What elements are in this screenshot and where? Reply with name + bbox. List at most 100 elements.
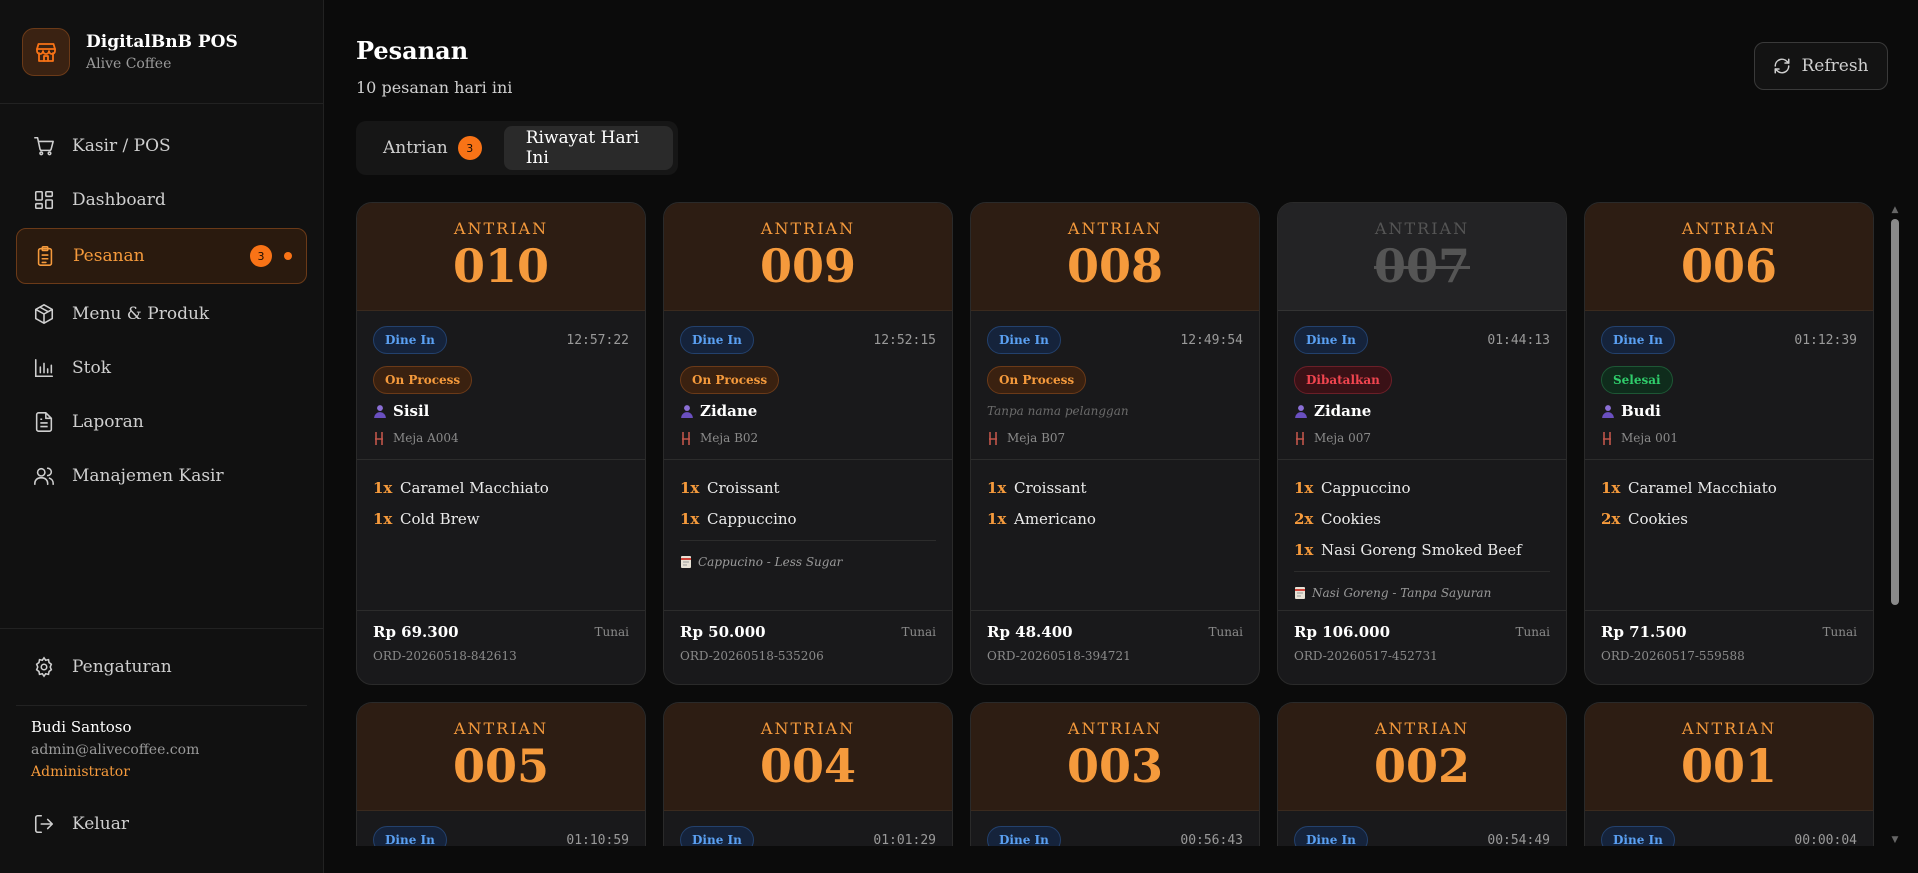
order-card-header: ANTRIAN 007: [1278, 203, 1566, 311]
item-qty: 1x: [680, 509, 700, 528]
sidebar: DigitalBnB POS Alive Coffee Kasir / POS …: [0, 0, 324, 873]
order-card[interactable]: ANTRIAN 001 Dine In 00:00:04: [1584, 702, 1874, 846]
sidebar-item-kasir-pos[interactable]: Kasir / POS: [16, 120, 307, 172]
note-text: Nasi Goreng - Tanpa Sayuran: [1312, 586, 1492, 600]
gear-icon: [32, 655, 56, 679]
sidebar-item-manajemen-kasir[interactable]: Manajemen Kasir: [16, 450, 307, 502]
list-item: 1x Americano: [987, 503, 1243, 534]
person-icon: [1601, 404, 1615, 418]
note-text: Cappucino - Less Sugar: [698, 555, 843, 569]
payment-method: Tunai: [1515, 625, 1550, 639]
sidebar-item-pesanan[interactable]: Pesanan 3: [16, 228, 307, 284]
table-text: Meja B07: [1007, 431, 1066, 445]
sidebar-item-label: Dashboard: [72, 190, 166, 210]
order-note: Cappucino - Less Sugar: [680, 555, 936, 569]
order-items: 1x Caramel Macchiato 2x Cookies: [1585, 460, 1873, 534]
queue-label: ANTRIAN: [1681, 219, 1777, 238]
order-card[interactable]: ANTRIAN 010 Dine In 12:57:22 On Process …: [356, 202, 646, 685]
payment-method: Tunai: [1822, 625, 1857, 639]
scroll-up-icon[interactable]: ▲: [1890, 205, 1900, 215]
order-card[interactable]: ANTRIAN 003 Dine In 00:56:43: [970, 702, 1260, 846]
queue-number: 010: [452, 239, 550, 293]
order-time: 12:57:22: [566, 332, 629, 348]
table-number: Meja 007: [1294, 430, 1550, 446]
item-qty: 1x: [1294, 478, 1314, 497]
list-item: 1x Cappuccino: [1294, 472, 1550, 503]
queue-number: 009: [759, 239, 857, 293]
customer-name-text: Sisil: [393, 402, 430, 420]
order-card[interactable]: ANTRIAN 007 Dine In 01:44:13 Dibatalkan …: [1277, 202, 1567, 685]
tab-label: Riwayat Hari Ini: [525, 128, 640, 168]
order-type-badge: Dine In: [680, 826, 754, 846]
list-item: 2x Cookies: [1601, 503, 1857, 534]
item-name: Croissant: [707, 478, 780, 497]
scrollbar[interactable]: ▲ ▼: [1890, 205, 1900, 845]
chair-icon: [1294, 431, 1306, 445]
order-type-badge: Dine In: [987, 326, 1061, 354]
person-icon: [1294, 404, 1308, 418]
queue-label: ANTRIAN: [453, 219, 549, 238]
order-card[interactable]: ANTRIAN 004 Dine In 01:01:29: [663, 702, 953, 846]
scroll-down-icon[interactable]: ▼: [1890, 835, 1900, 845]
table-number: Meja A004: [373, 430, 629, 446]
order-card-footer: Rp 71.500 Tunai ORD-20260517-559588: [1585, 610, 1873, 684]
logout-label: Keluar: [72, 814, 129, 834]
order-items: 1x Cappuccino 2x Cookies 1x Nasi Goreng Smo…: [1278, 460, 1566, 600]
sidebar-item-menu-produk[interactable]: Menu & Produk: [16, 288, 307, 340]
order-card[interactable]: ANTRIAN 009 Dine In 12:52:15 On Process …: [663, 202, 953, 685]
clipboard-icon: [33, 244, 57, 268]
chair-icon: [1601, 431, 1613, 445]
item-qty: 2x: [1601, 509, 1621, 528]
logout-button[interactable]: Keluar: [16, 798, 307, 850]
list-item: 1x Caramel Macchiato: [1601, 472, 1857, 503]
sidebar-item-label: Manajemen Kasir: [72, 466, 224, 486]
order-time: 01:01:29: [873, 832, 936, 847]
item-name: Cappuccino: [1321, 478, 1411, 497]
queue-number: 003: [1066, 739, 1164, 793]
order-card-header: ANTRIAN 006: [1585, 203, 1873, 311]
order-card-footer: Rp 50.000 Tunai ORD-20260518-535206: [664, 610, 952, 684]
order-type-badge: Dine In: [1601, 826, 1675, 846]
sidebar-item-stok[interactable]: Stok: [16, 342, 307, 394]
order-time: 01:10:59: [566, 832, 629, 847]
users-icon: [32, 464, 56, 488]
order-card[interactable]: ANTRIAN 008 Dine In 12:49:54 On Process …: [970, 202, 1260, 685]
item-name: Croissant: [1014, 478, 1087, 497]
customer-name: Sisil: [373, 401, 629, 421]
sidebar-item-label: Pengaturan: [72, 657, 172, 677]
table-text: Meja B02: [700, 431, 759, 445]
sidebar-item-dashboard[interactable]: Dashboard: [16, 174, 307, 226]
payment-method: Tunai: [594, 625, 629, 639]
order-card[interactable]: ANTRIAN 006 Dine In 01:12:39 Selesai Bud…: [1584, 202, 1874, 685]
sidebar-item-label: Pesanan: [73, 246, 145, 266]
order-card[interactable]: ANTRIAN 002 Dine In 00:54:49: [1277, 702, 1567, 846]
sidebar-item-laporan[interactable]: Laporan: [16, 396, 307, 448]
scrollbar-thumb[interactable]: [1891, 219, 1899, 605]
order-card-header: ANTRIAN 005: [357, 703, 645, 811]
order-card[interactable]: ANTRIAN 005 Dine In 01:10:59: [356, 702, 646, 846]
sidebar-footer: Pengaturan Budi Santoso admin@alivecoffe…: [0, 628, 323, 852]
tab-label: Antrian: [383, 138, 448, 158]
queue-number: 007: [1373, 239, 1471, 293]
chair-icon: [987, 431, 999, 445]
order-time: 00:54:49: [1487, 832, 1550, 847]
tab-riwayat-hari-ini[interactable]: Riwayat Hari Ini: [503, 126, 673, 170]
queue-label: ANTRIAN: [453, 719, 549, 738]
order-type-badge: Dine In: [1294, 826, 1368, 846]
payment-method: Tunai: [901, 625, 936, 639]
list-item: 1x Croissant: [987, 472, 1243, 503]
order-card-header: ANTRIAN 003: [971, 703, 1259, 811]
order-time: 01:44:13: [1487, 332, 1550, 348]
order-total: Rp 48.400: [987, 623, 1073, 641]
order-card-header: ANTRIAN 008: [971, 203, 1259, 311]
refresh-button[interactable]: Refresh: [1754, 42, 1888, 90]
table-text: Meja A004: [393, 431, 459, 445]
status-badge: On Process: [987, 366, 1087, 394]
queue-number: 004: [759, 739, 857, 793]
queue-count-badge: 3: [457, 136, 482, 160]
order-total: Rp 71.500: [1601, 623, 1687, 641]
status-badge: Selesai: [1601, 366, 1673, 394]
sidebar-item-pengaturan[interactable]: Pengaturan: [16, 641, 307, 693]
item-name: Cappuccino: [707, 509, 797, 528]
tab-antrian[interactable]: Antrian 3: [361, 126, 504, 170]
